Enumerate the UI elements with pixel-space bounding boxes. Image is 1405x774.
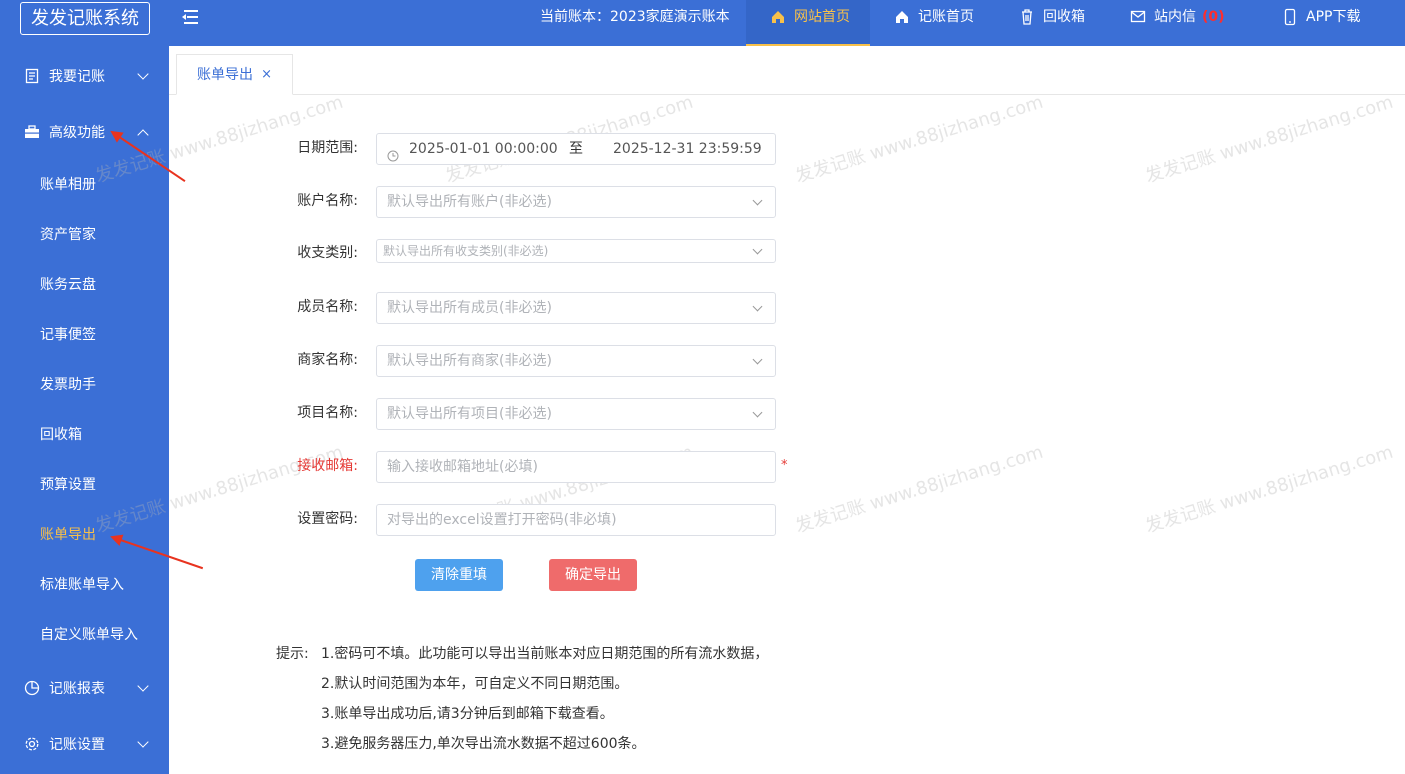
chevron-down-icon <box>752 195 763 206</box>
current-account: 当前账本：2023家庭演示账本 <box>540 9 730 25</box>
account-label: 账户名称: <box>297 193 358 209</box>
nav-messages[interactable]: 站内信 (0) <box>1130 0 1225 46</box>
sidebar-group-advanced[interactable]: 高级功能 <box>0 107 169 157</box>
date-start[interactable]: 2025-01-01 00:00:00 <box>409 134 558 164</box>
export-button[interactable]: 确定导出 <box>549 559 637 591</box>
sidebar-item-recycle[interactable]: 回收箱 <box>40 425 82 445</box>
toolbox-icon <box>24 124 40 140</box>
account-select[interactable]: 默认导出所有账户(非必选) <box>376 186 776 218</box>
watermark: 发发记账 www.88jizhang.com <box>792 91 1046 188</box>
nav-recycle-bin[interactable]: 回收箱 <box>1019 0 1085 46</box>
watermark: 发发记账 www.88jizhang.com <box>1142 91 1396 188</box>
watermark: 发发记账 www.88jizhang.com <box>1142 441 1396 538</box>
chevron-down-icon <box>137 680 149 692</box>
required-mark: * <box>781 458 788 473</box>
tip-line: 3.账单导出成功后,请3分钟后到邮箱下载查看。 <box>321 706 614 722</box>
reset-button[interactable]: 清除重填 <box>415 559 503 591</box>
clock-icon <box>387 143 399 164</box>
date-separator: 至 <box>569 141 583 157</box>
sidebar-item-export[interactable]: 账单导出 <box>40 525 96 545</box>
password-label: 设置密码: <box>297 511 358 527</box>
sidebar-item-budget[interactable]: 预算设置 <box>40 475 96 495</box>
home-icon <box>894 0 910 34</box>
sidebar-item-notes[interactable]: 记事便签 <box>40 325 96 345</box>
date-range-picker[interactable]: 2025-01-01 00:00:00 至 2025-12-31 23:59:5… <box>376 133 776 165</box>
tab-bill-export[interactable]: 账单导出 × <box>176 54 293 95</box>
close-icon[interactable]: × <box>261 55 272 95</box>
chevron-up-icon <box>137 129 149 141</box>
app-logo[interactable]: 发发记账系统 <box>20 2 150 35</box>
menu-toggle-icon[interactable] <box>182 10 198 24</box>
sidebar-group-settings[interactable]: 记账设置 <box>0 719 169 769</box>
sidebar-item-standard-import[interactable]: 标准账单导入 <box>40 575 124 595</box>
password-input[interactable]: 对导出的excel设置打开密码(非必填) <box>376 504 776 536</box>
gear-icon <box>24 736 40 752</box>
category-label: 收支类别: <box>297 245 358 261</box>
member-select[interactable]: 默认导出所有成员(非必选) <box>376 292 776 324</box>
tip-line: 1.密码可不填。此功能可以导出当前账本对应日期范围的所有流水数据， <box>321 646 769 662</box>
chevron-down-icon <box>137 68 149 80</box>
sidebar-item-album[interactable]: 账单相册 <box>40 175 96 195</box>
sidebar-item-invoice[interactable]: 发票助手 <box>40 375 96 395</box>
merchant-label: 商家名称: <box>297 352 358 368</box>
project-label: 项目名称: <box>297 405 358 421</box>
email-label: 接收邮箱: <box>297 458 358 474</box>
date-end[interactable]: 2025-12-31 23:59:59 <box>613 134 762 164</box>
sidebar-item-assets[interactable]: 资产管家 <box>40 225 96 245</box>
chevron-down-icon <box>752 354 763 365</box>
category-select[interactable]: 默认导出所有收支类别(非必选) <box>376 239 776 263</box>
document-icon <box>24 68 40 84</box>
phone-icon <box>1282 0 1298 34</box>
tab-bar: 账单导出 × <box>169 46 1405 95</box>
pie-chart-icon <box>24 680 40 696</box>
member-label: 成员名称: <box>297 299 358 315</box>
chevron-down-icon <box>752 301 763 312</box>
chevron-down-icon <box>752 407 763 418</box>
nav-bookkeeping-home[interactable]: 记账首页 <box>894 0 974 46</box>
tips-label: 提示: <box>276 646 309 662</box>
home-icon <box>770 0 786 34</box>
trash-icon <box>1019 0 1035 34</box>
mail-icon <box>1130 0 1146 34</box>
sidebar-item-cloud-disk[interactable]: 账务云盘 <box>40 275 96 295</box>
merchant-select[interactable]: 默认导出所有商家(非必选) <box>376 345 776 377</box>
sidebar-item-custom-import[interactable]: 自定义账单导入 <box>40 625 138 645</box>
nav-site-home[interactable]: 网站首页 <box>746 0 870 46</box>
top-header: 发发记账系统 当前账本：2023家庭演示账本 网站首页 记账首页 回收箱 站内信… <box>0 0 1405 46</box>
tip-line: 3.避免服务器压力,单次导出流水数据不超过600条。 <box>321 736 646 752</box>
date-range-label: 日期范围: <box>297 140 358 156</box>
sidebar-group-bookkeeping[interactable]: 我要记账 <box>0 51 169 101</box>
chevron-down-icon <box>752 244 763 255</box>
nav-app-download[interactable]: APP下载 <box>1282 0 1360 46</box>
tip-line: 2.默认时间范围为本年，可自定义不同日期范围。 <box>321 676 629 692</box>
message-count-badge: (0) <box>1202 9 1225 25</box>
sidebar-group-reports[interactable]: 记账报表 <box>0 663 169 713</box>
chevron-down-icon <box>137 736 149 748</box>
project-select[interactable]: 默认导出所有项目(非必选) <box>376 398 776 430</box>
watermark: 发发记账 www.88jizhang.com <box>792 441 1046 538</box>
email-input[interactable]: 输入接收邮箱地址(必填) <box>376 451 776 483</box>
